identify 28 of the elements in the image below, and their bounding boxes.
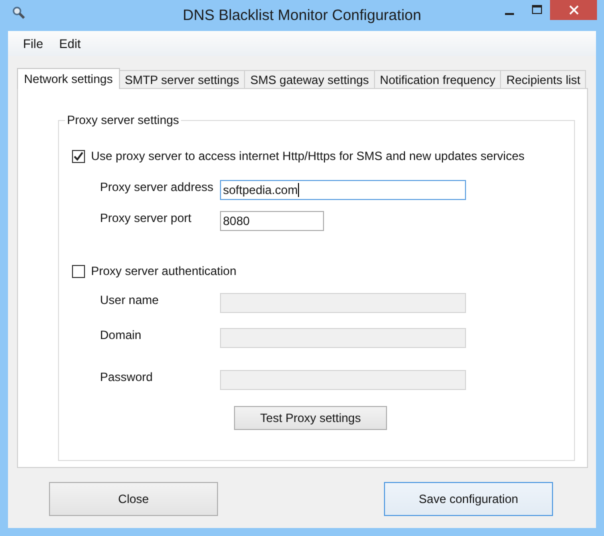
menu-item[interactable]: File xyxy=(15,36,52,50)
address-field[interactable]: softpedia.com xyxy=(220,180,466,200)
checkbox-label: Use proxy server to access internet Http/Https for SMS and new updates services xyxy=(91,149,525,163)
field-label: Password xyxy=(100,370,154,384)
group-title: Proxy server settings xyxy=(65,113,182,127)
field-label: Proxy server address xyxy=(100,180,214,194)
dialog-button[interactable]: Save configuration xyxy=(384,482,553,516)
tab[interactable]: Recipients list xyxy=(500,70,586,88)
window-title: DNS Blacklist Monitor Configuration xyxy=(182,7,422,24)
minimize-icon xyxy=(505,13,514,15)
magnifier-icon xyxy=(12,6,26,20)
dialog-button[interactable]: Close xyxy=(49,482,218,516)
close-icon xyxy=(568,5,578,15)
menu-item[interactable]: Edit xyxy=(51,36,89,50)
close-button[interactable] xyxy=(550,0,597,20)
maximize-icon xyxy=(532,5,542,15)
field-label: Domain xyxy=(100,328,142,342)
checkbox-label: Proxy server authentication xyxy=(91,264,236,278)
field-label: User name xyxy=(100,293,160,307)
field-label: Proxy server port xyxy=(100,211,192,225)
tab[interactable]: SMTP server settings xyxy=(118,70,246,88)
tab[interactable]: SMS gateway settings xyxy=(244,70,375,88)
checkbox[interactable] xyxy=(72,264,85,278)
test-proxy-button[interactable]: Test Proxy settings xyxy=(234,406,387,430)
tab[interactable]: Notification frequency xyxy=(374,70,502,88)
checkbox[interactable] xyxy=(72,150,85,162)
port-field[interactable]: 8080 xyxy=(220,211,324,231)
tab[interactable]: Network settings xyxy=(17,68,120,89)
